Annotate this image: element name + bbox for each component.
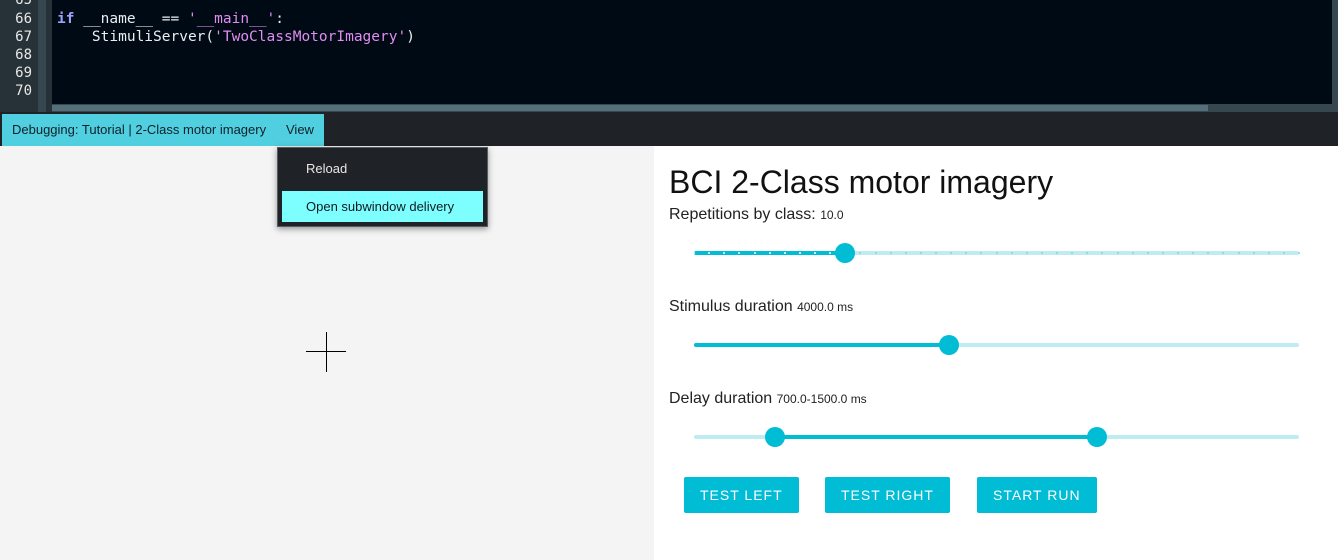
- slider-thumb-high[interactable]: [1087, 427, 1108, 447]
- slider-tick: [1071, 252, 1074, 254]
- delay-duration-range-slider[interactable]: [694, 427, 1299, 447]
- view-dropdown-menu: Reload Open subwindow delivery: [277, 147, 488, 227]
- slider-tick: [1116, 252, 1119, 254]
- repetitions-slider[interactable]: [693, 243, 1300, 263]
- tab-view-menu[interactable]: View: [276, 114, 324, 146]
- line-number: 68: [15, 47, 32, 63]
- code-punct: ): [406, 29, 415, 45]
- scrollbar-thumb[interactable]: [52, 105, 1208, 111]
- slider-tick: [1056, 252, 1058, 254]
- crosshair-vertical: [326, 332, 327, 372]
- slider-tick: [753, 252, 756, 254]
- test-left-button[interactable]: TEST LEFT: [684, 477, 799, 513]
- slider-tick: [1222, 252, 1225, 254]
- slider-tick: [859, 252, 862, 254]
- slider-tick: [1086, 252, 1089, 254]
- menu-item-reload[interactable]: Reload: [282, 153, 483, 184]
- tab-bar: Debugging: Tutorial | 2-Class motor imag…: [0, 112, 1338, 146]
- gutter-divider: [38, 0, 46, 112]
- horizontal-scrollbar[interactable]: [52, 104, 1332, 112]
- slider-tick: [950, 252, 953, 254]
- line-number: 66: [15, 11, 32, 27]
- line-number: 67: [15, 29, 32, 45]
- line-number: 65: [15, 0, 32, 8]
- stimulus-duration-slider[interactable]: [694, 335, 1299, 355]
- slider-tick: [1267, 252, 1270, 254]
- code-line-67: StimuliServer('TwoClassMotorImagery'): [57, 28, 415, 46]
- slider-tick: [1237, 252, 1240, 254]
- code-operator: ==: [161, 11, 180, 27]
- slider-thumb[interactable]: [835, 243, 856, 263]
- line-number: 70: [15, 83, 32, 99]
- code-line-66: if __name__ == '__main__':: [57, 10, 284, 28]
- line-number-gutter: 65 66 67 68 69 70: [0, 0, 38, 112]
- slider-fill: [774, 435, 1098, 439]
- slider-tick: [768, 252, 771, 254]
- delay-duration-label: Delay duration 700.0-1500.0 ms: [669, 390, 867, 408]
- slider-tick: [1192, 252, 1195, 254]
- line-number: 69: [15, 65, 32, 81]
- code-string: 'TwoClassMotorImagery': [214, 29, 407, 45]
- code-text-area[interactable]: if __name__ == '__main__': StimuliServer…: [52, 0, 1332, 104]
- start-run-button[interactable]: START RUN: [977, 477, 1097, 513]
- stimulus-duration-value: 4000.0 ms: [797, 300, 854, 314]
- delay-duration-label-text: Delay duration: [669, 390, 773, 407]
- panel-title: BCI 2-Class motor imagery: [669, 164, 1054, 200]
- repetitions-label-text: Repetitions by class:: [669, 206, 816, 223]
- tab-debugging[interactable]: Debugging: Tutorial | 2-Class motor imag…: [2, 114, 277, 146]
- slider-tick: [1207, 252, 1210, 254]
- slider-tick: [798, 252, 801, 254]
- slider-thumb-low[interactable]: [764, 427, 785, 447]
- slider-tick: [889, 252, 892, 254]
- slider-tick: [965, 252, 968, 254]
- slider-thumb[interactable]: [938, 335, 959, 355]
- slider-tick: [1282, 252, 1285, 254]
- slider-tick: [1025, 252, 1028, 254]
- code-keyword: if: [57, 11, 75, 27]
- slider-tick: [1131, 252, 1134, 254]
- slider-tick: [1161, 252, 1164, 254]
- slider-tick: [874, 252, 877, 254]
- slider-tick: [995, 252, 998, 254]
- slider-tick: [1101, 252, 1104, 254]
- slider-fill: [694, 343, 949, 347]
- slider-tick: [980, 252, 983, 254]
- stimulus-duration-label-text: Stimulus duration: [669, 298, 793, 315]
- code-editor[interactable]: 65 66 67 68 69 70 if __name__ == '__main…: [0, 0, 1338, 112]
- slider-tick: [814, 252, 816, 254]
- slider-tick: [1010, 252, 1013, 254]
- delay-duration-value: 700.0-1500.0 ms: [776, 392, 867, 406]
- slider-tick: [1040, 252, 1043, 254]
- slider-tick: [783, 252, 786, 254]
- repetitions-value: 10.0: [820, 208, 844, 222]
- repetitions-label: Repetitions by class: 10.0: [669, 206, 844, 224]
- slider-tick: [693, 252, 695, 254]
- code-punct: :: [275, 11, 285, 27]
- test-right-button[interactable]: TEST RIGHT: [825, 477, 950, 513]
- slider-tick: [935, 252, 937, 254]
- slider-tick: [1298, 252, 1300, 254]
- menu-item-open-subwindow-delivery[interactable]: Open subwindow delivery: [282, 191, 483, 222]
- code-string: '__main__': [187, 11, 276, 27]
- vertical-scrollbar[interactable]: [1332, 0, 1338, 112]
- control-panel: BCI 2-Class motor imagery Repetitions by…: [654, 146, 1338, 560]
- code-identifier: __name__: [83, 11, 154, 27]
- slider-tick: [904, 252, 907, 254]
- slider-tick: [1146, 252, 1149, 254]
- code-call: StimuliServer(: [91, 29, 215, 45]
- slider-tick: [919, 252, 922, 254]
- slider-tick: [1177, 252, 1179, 254]
- slider-tick: [1252, 252, 1255, 254]
- stimulus-duration-label: Stimulus duration 4000.0 ms: [669, 298, 853, 316]
